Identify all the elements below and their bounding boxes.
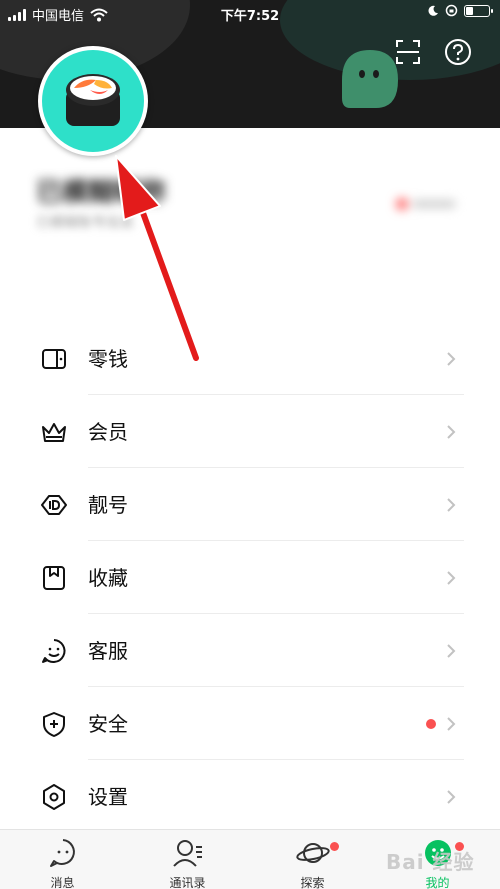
menu-item-membership[interactable]: 会员	[0, 395, 500, 468]
avatar[interactable]	[38, 46, 148, 156]
profile-subtitle: 已模糊账号信息	[36, 215, 134, 231]
tab-contacts[interactable]: 通讯录	[125, 830, 250, 889]
tab-label: 我的	[425, 876, 450, 889]
orientation-lock-icon	[445, 4, 458, 17]
mascot-icon	[342, 50, 398, 108]
id-tag-icon	[41, 495, 67, 515]
menu-item-favorites[interactable]: 收藏	[0, 541, 500, 614]
menu-item-label: 安全	[88, 712, 128, 736]
tab-label: 通讯录	[169, 876, 206, 889]
notification-dot	[426, 719, 436, 729]
chevron-right-icon	[447, 498, 456, 512]
menu-item-settings[interactable]: 设置	[0, 760, 500, 833]
chevron-right-icon	[447, 790, 456, 804]
message-icon	[50, 839, 75, 867]
chevron-right-icon	[447, 425, 456, 439]
menu-item-label: 靓号	[88, 493, 128, 517]
battery-icon	[464, 4, 493, 17]
menu-item-label: 客服	[88, 639, 128, 663]
chevron-right-icon	[447, 571, 456, 585]
help-icon[interactable]	[444, 38, 472, 66]
tab-explore[interactable]: 探索	[250, 830, 375, 889]
settings-hexagon-icon	[43, 784, 65, 810]
tab-messages[interactable]: 消息	[0, 830, 125, 889]
sushi-avatar-icon	[66, 74, 120, 126]
tab-label: 探索	[300, 876, 325, 889]
watermark: Bai 经验	[386, 850, 475, 874]
service-icon	[42, 639, 66, 663]
menu-item-pretty-id[interactable]: 靓号	[0, 468, 500, 541]
profile-status-badge[interactable]	[388, 192, 464, 216]
chevron-right-icon	[447, 352, 456, 366]
status-bar: 中国电信 下午7:52	[0, 0, 500, 26]
settings-menu: 零钱 会员 靓号 收藏 客服 安全 设置	[0, 322, 500, 833]
wallet-icon	[42, 349, 66, 369]
shield-plus-icon	[43, 712, 65, 737]
chevron-right-icon	[447, 644, 456, 658]
menu-item-label: 会员	[88, 420, 128, 444]
crown-icon	[42, 423, 66, 442]
menu-item-label: 收藏	[88, 566, 128, 590]
notification-dot	[330, 842, 339, 851]
moon-icon	[428, 5, 438, 16]
menu-item-label: 设置	[88, 785, 128, 809]
menu-item-wallet[interactable]: 零钱	[0, 322, 500, 395]
tab-label: 消息	[50, 876, 75, 889]
menu-item-security[interactable]: 安全	[0, 687, 500, 760]
bookmark-icon	[43, 566, 65, 590]
menu-item-label: 零钱	[88, 347, 128, 371]
status-time: 下午7:52	[220, 9, 280, 24]
planet-icon	[296, 843, 330, 863]
menu-item-customer-service[interactable]: 客服	[0, 614, 500, 687]
chevron-right-icon	[447, 717, 456, 731]
contacts-icon	[173, 840, 202, 867]
profile-name[interactable]: 已模糊昵称	[36, 172, 166, 209]
